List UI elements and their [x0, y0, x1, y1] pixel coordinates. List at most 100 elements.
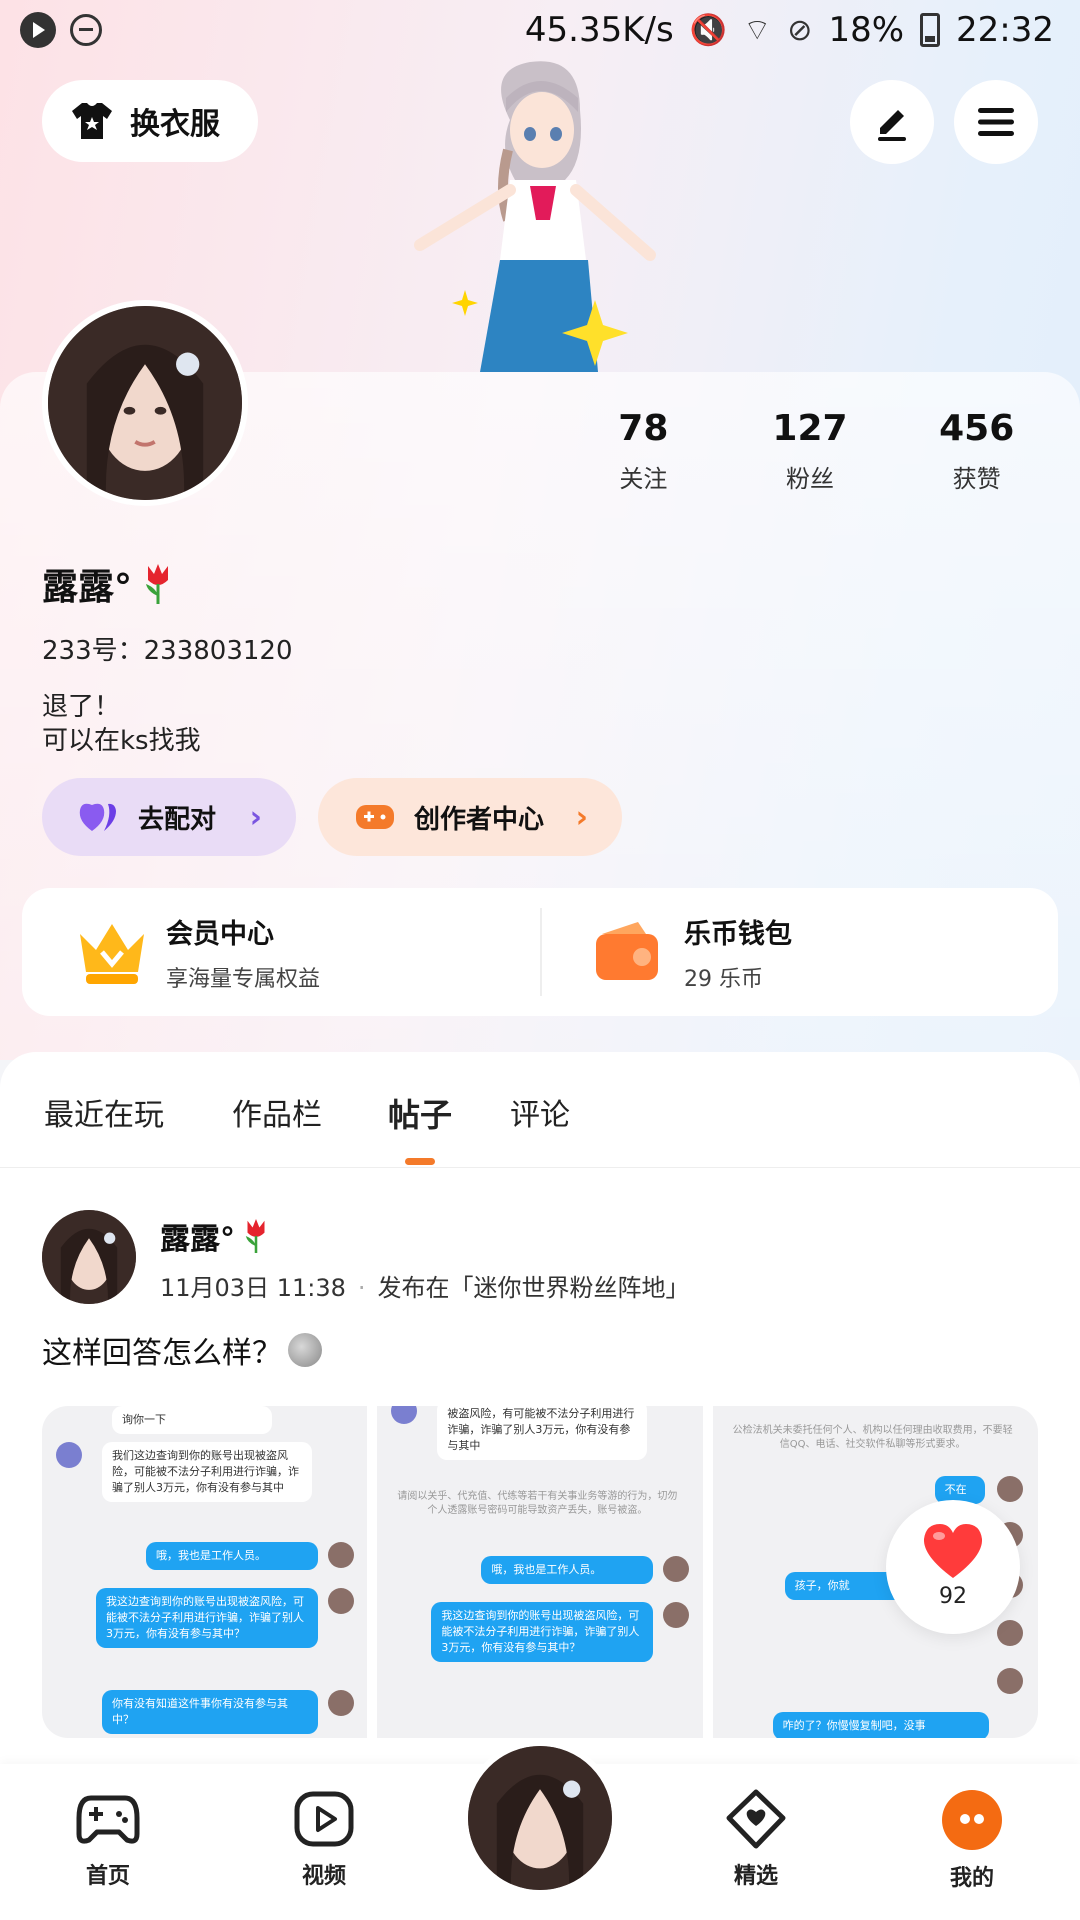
stat-label: 粉丝 — [786, 465, 834, 493]
vip-subtitle: 享海量专属权益 — [166, 966, 321, 992]
stat-label: 获赞 — [952, 465, 1001, 493]
blocked-icon: ⊘ — [787, 12, 813, 48]
chat-avatar — [391, 1406, 418, 1424]
stat-likes[interactable]: 456 获赞 — [893, 408, 1060, 494]
creator-center-label: 创作者中心 — [414, 804, 545, 835]
pencil-icon — [878, 110, 906, 141]
wallet-icon — [596, 922, 658, 980]
chat-avatar — [663, 1556, 690, 1582]
media-notification-icon — [20, 12, 56, 48]
like-count: 92 — [939, 1584, 967, 1609]
chat-avatar — [996, 1620, 1023, 1646]
network-speed: 45.35K/s — [524, 10, 674, 50]
nav-video[interactable]: 视频 — [264, 1788, 384, 1890]
nav-label: 视频 — [301, 1864, 346, 1889]
membership-wallet-card: 会员中心 享海量专属权益 乐币钱包 29 乐币 — [22, 888, 1058, 1016]
match-label: 去配对 — [138, 804, 217, 835]
stat-following[interactable]: 78 关注 — [560, 408, 727, 494]
chat-avatar — [328, 1588, 354, 1614]
stat-value: 456 — [939, 408, 1015, 449]
vip-center-entry[interactable]: 会员中心 享海量专属权益 — [22, 888, 540, 1016]
bio-line: 可以在ks找我 — [42, 726, 201, 756]
post-community[interactable]: 发布在「迷你世界粉丝阵地」 — [378, 1274, 690, 1302]
hamburger-icon — [978, 108, 1014, 136]
tab-comments[interactable]: 评论 — [510, 1090, 570, 1134]
crown-icon — [80, 924, 144, 984]
chevron-right-icon: › — [249, 799, 262, 835]
mute-icon: 🔇 — [689, 12, 728, 48]
profile-tabs: 最近在玩 作品栏 帖子 评论 — [0, 1052, 1080, 1168]
wifi-icon: ⌔ — [743, 13, 772, 48]
nickname: 露露° — [42, 558, 178, 610]
chat-avatar — [56, 1442, 82, 1468]
heart-icon — [923, 1524, 983, 1578]
creator-center-button[interactable]: 创作者中心 › — [318, 778, 622, 856]
post-image[interactable]: 被盗风险，有可能被不法分子利用进行诈骗，诈骗了别人3万元，你有没有参与其中 请阅… — [377, 1406, 703, 1738]
chat-bubble: 咋的了？你慢慢复制吧，没事 — [772, 1712, 989, 1738]
post-item[interactable]: 露露° 11月03日 11:38 · 发布在「迷你世界粉丝阵地」 这样回答怎么样？ … — [0, 1168, 1080, 1768]
meta-separator: · — [357, 1274, 366, 1302]
gamepad-icon — [76, 1795, 140, 1844]
chat-avatar — [996, 1476, 1023, 1502]
gamepad-icon — [356, 805, 394, 829]
chat-bubble: 我这边查询到你的账号出现被盗风险，可能被不法分子利用进行诈骗，诈骗了别人3万元，… — [96, 1588, 318, 1648]
heart-box-icon — [726, 1789, 786, 1849]
avatar-character-image[interactable] — [380, 50, 700, 372]
post-author-avatar[interactable] — [42, 1210, 136, 1304]
tab-posts[interactable]: 帖子 — [388, 1090, 452, 1136]
shirt-icon — [70, 101, 114, 141]
nav-label: 我的 — [949, 1866, 994, 1891]
stat-value: 78 — [618, 408, 669, 449]
wallet-title: 乐币钱包 — [684, 918, 792, 950]
chat-avatar — [328, 1690, 354, 1716]
active-tab-indicator — [405, 1158, 435, 1165]
tab-recently-played[interactable]: 最近在玩 — [44, 1090, 164, 1134]
wallet-balance: 29 乐币 — [684, 966, 763, 992]
battery-icon — [920, 13, 941, 47]
tulip-icon — [146, 564, 169, 604]
moon-emoji-icon — [288, 1333, 322, 1367]
post-text: 这样回答怎么样？ — [42, 1328, 322, 1372]
chevron-right-icon: › — [575, 799, 588, 835]
chat-bubble: 哦，我也是工作人员。 — [481, 1556, 654, 1584]
vip-title: 会员中心 — [166, 918, 274, 950]
hearts-icon — [79, 803, 116, 831]
chat-avatar — [663, 1602, 690, 1628]
chat-bubble: 你有没有知道这件事你有没有参与其中？ — [102, 1690, 318, 1734]
chat-bubble: 被盗风险，有可能被不法分子利用进行诈骗，诈骗了别人3万元，你有没有参与其中 — [437, 1406, 648, 1460]
tab-works[interactable]: 作品栏 — [232, 1090, 322, 1134]
tulip-icon — [245, 1219, 265, 1253]
nav-label: 首页 — [85, 1864, 130, 1889]
post-time: 11月03日 11:38 — [160, 1274, 346, 1302]
stat-value: 127 — [772, 408, 848, 449]
play-icon — [294, 1791, 354, 1847]
user-id: 233号：233803120 — [42, 636, 293, 666]
chat-bubble: 询你一下 — [112, 1406, 272, 1434]
bio-line: 退了！ — [42, 692, 121, 722]
nav-home[interactable]: 首页 — [48, 1788, 168, 1890]
chat-bubble: 哦，我也是工作人员。 — [146, 1542, 318, 1570]
chat-bubble: 我们这边查询到你的账号出现被盗风险，可能被不法分子利用进行诈骗，诈骗了别人3万元… — [102, 1442, 312, 1502]
stat-followers[interactable]: 127 粉丝 — [727, 408, 894, 494]
post-meta: 11月03日 11:38 · 发布在「迷你世界粉丝阵地」 — [160, 1268, 690, 1303]
post-author-name[interactable]: 露露° — [160, 1214, 273, 1258]
nav-label: 精选 — [733, 1864, 778, 1889]
wallet-entry[interactable]: 乐币钱包 29 乐币 — [540, 888, 1058, 1016]
bio: 退了！ 可以在ks找我 — [42, 690, 201, 758]
profile-stats: 78 关注 127 粉丝 456 获赞 — [560, 408, 1060, 494]
nav-me[interactable]: 我的 — [912, 1788, 1032, 1892]
match-button[interactable]: 去配对 › — [42, 778, 296, 856]
nav-featured[interactable]: 精选 — [696, 1788, 816, 1890]
post-author-text: 露露° — [160, 1222, 235, 1257]
nav-center-avatar[interactable] — [462, 1740, 618, 1896]
change-outfit-label: 换衣服 — [130, 107, 220, 142]
like-button[interactable]: 92 — [886, 1500, 1020, 1634]
dnd-icon — [70, 14, 102, 46]
stat-label: 关注 — [619, 465, 668, 493]
change-outfit-button[interactable]: 换衣服 — [42, 80, 258, 162]
menu-button[interactable] — [954, 80, 1038, 164]
post-image[interactable]: 询你一下 我们这边查询到你的账号出现被盗风险，可能被不法分子利用进行诈骗，诈骗了… — [42, 1406, 368, 1738]
edit-profile-button[interactable] — [850, 80, 934, 164]
system-notice: 请阅以关乎、代充值、代练等若干有关事业务等游的行为，切勿个人透露账号密码可能导致… — [397, 1491, 678, 1516]
profile-avatar[interactable] — [42, 300, 248, 506]
